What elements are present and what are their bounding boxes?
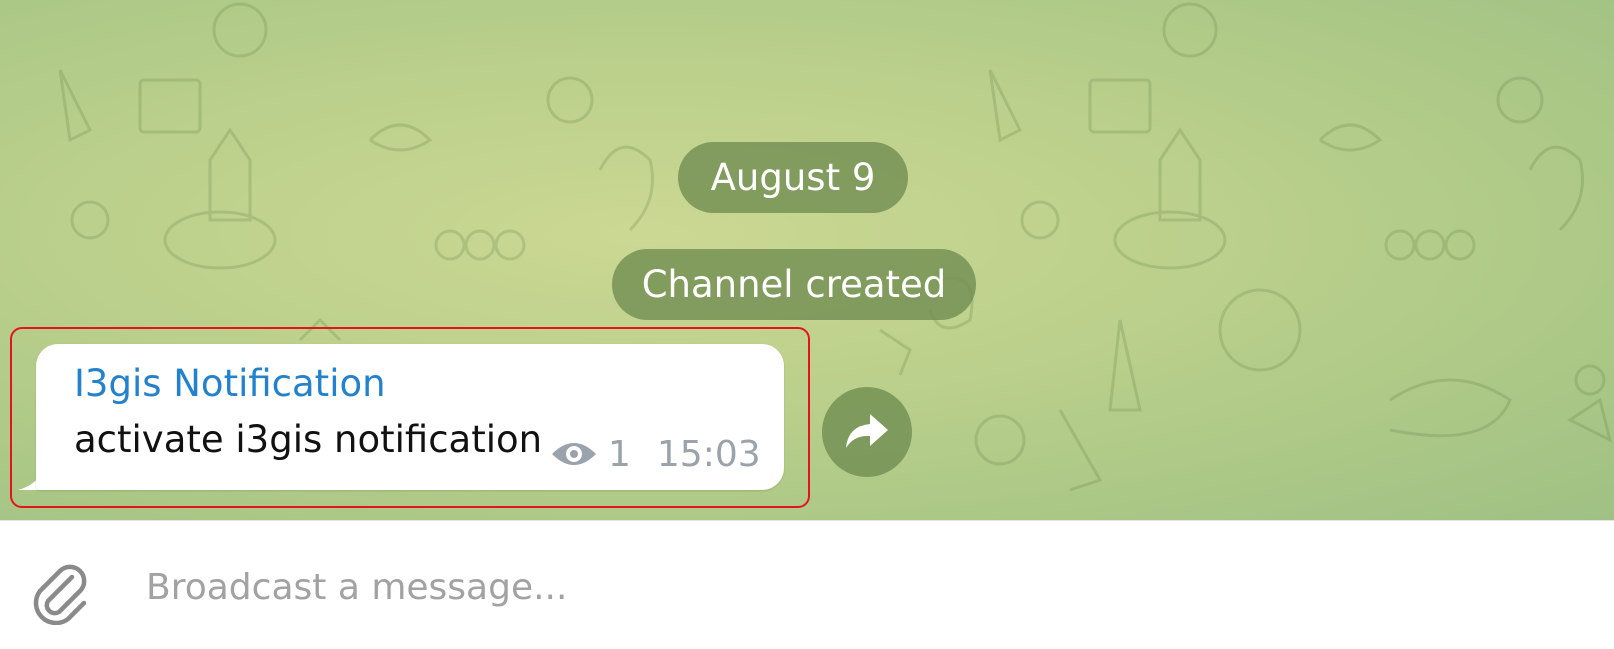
date-separator: August 9 <box>678 142 908 213</box>
forward-arrow-icon <box>846 414 888 448</box>
highlight-outline <box>10 327 810 508</box>
forward-button[interactable] <box>822 387 912 477</box>
broadcast-message-input[interactable] <box>146 551 1566 623</box>
telegram-channel-window: August 9 Channel created I3gis Notificat… <box>0 0 1614 649</box>
service-message-channel-created: Channel created <box>612 249 976 320</box>
message-composer <box>0 520 1614 649</box>
paperclip-icon[interactable] <box>28 559 94 625</box>
chat-history[interactable]: August 9 Channel created I3gis Notificat… <box>0 0 1614 520</box>
